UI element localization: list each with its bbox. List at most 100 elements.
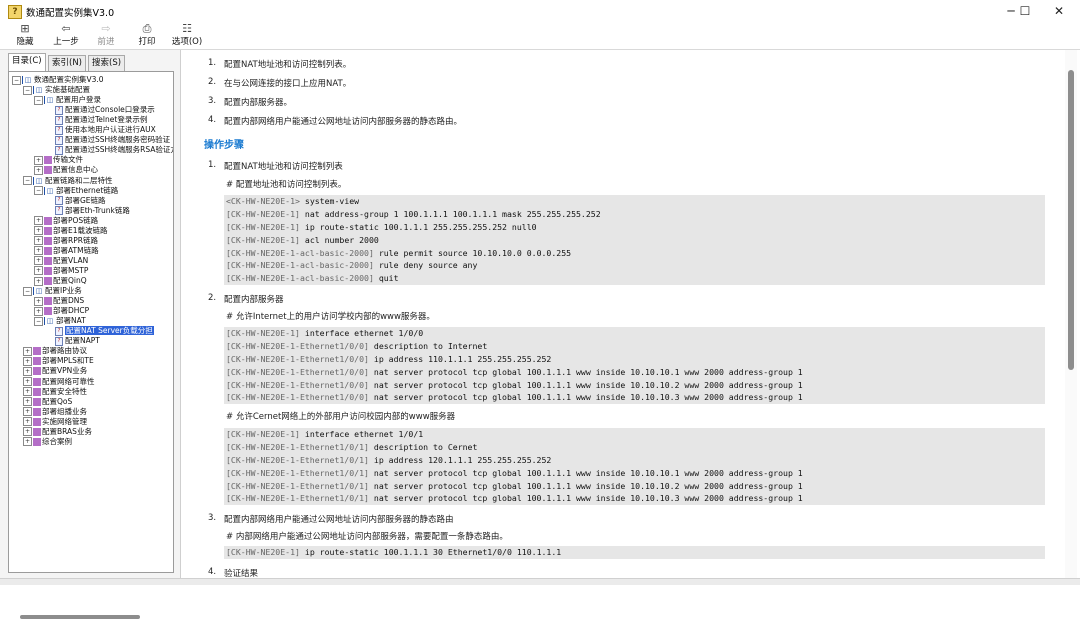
code-line: [CK-HW-NE20E-1] acl number 2000	[224, 234, 1045, 247]
tree-item[interactable]: + 配置安全特性	[23, 387, 87, 397]
back-button[interactable]: ⇦ 上一步	[48, 22, 84, 49]
tree-item[interactable]: + 配置信息中心	[34, 165, 98, 175]
expand-icon[interactable]: +	[34, 216, 43, 226]
expand-icon[interactable]: +	[34, 165, 43, 175]
scrollbar-thumb[interactable]	[1068, 70, 1074, 370]
tree-item[interactable]: + 部署路由协议	[23, 346, 87, 356]
tree-item[interactable]: − ◫ 配置链路和二层特性	[23, 176, 113, 186]
tree-item-label: 配置QinQ	[53, 276, 87, 285]
tree-item-label: 配置VPN业务	[42, 366, 88, 376]
tree-item[interactable]: + 配置QinQ	[34, 276, 87, 286]
expand-icon[interactable]: +	[23, 387, 32, 397]
tree-item[interactable]: − ◫ 配置用户登录	[34, 95, 101, 105]
tree-item[interactable]: + 配置QoS	[23, 397, 72, 407]
tree-item[interactable]: ? 配置通过SSH终端服务密码验证	[45, 135, 170, 145]
toolbar: ⊞ 隐藏 ⇦ 上一步 ⇨ 前进 ⎙ 打印 ☷ 选项(O)	[0, 22, 1080, 50]
collapse-icon[interactable]: −	[23, 176, 32, 185]
tree-item[interactable]: − ◫ 配置IP业务	[23, 286, 82, 296]
list-number: 3.	[208, 96, 217, 106]
scrollbar-thumb[interactable]	[20, 615, 140, 619]
tree-item[interactable]: + 配置VLAN	[34, 256, 88, 266]
expand-icon[interactable]: +	[34, 155, 43, 165]
expand-icon[interactable]: +	[34, 226, 43, 236]
tree-item[interactable]: + 部署POS链路	[34, 216, 98, 226]
tree-item[interactable]: ? 配置NAT Server负载分担	[45, 326, 154, 336]
tree-item[interactable]: + 实施网络管理	[23, 417, 87, 427]
tree-item[interactable]: ? 配置通过SSH终端服务RSA验证方	[45, 145, 173, 155]
tree-item[interactable]: + 部署MPLS和TE	[23, 356, 94, 366]
expand-icon[interactable]: +	[23, 346, 32, 356]
forward-label: 前进	[97, 37, 115, 47]
collapse-icon[interactable]: −	[12, 75, 21, 85]
tab-index[interactable]: 索引(N)	[48, 55, 86, 71]
expand-icon[interactable]: +	[34, 246, 43, 256]
forward-button[interactable]: ⇨ 前进	[90, 22, 122, 49]
title-bar: ? 数通配置实例集V3.0 ─ ☐ ✕	[0, 0, 1080, 22]
tree-item[interactable]: + 配置DNS	[34, 296, 84, 306]
expand-icon[interactable]: +	[23, 366, 32, 376]
tree-item[interactable]: + 部署RPR链路	[34, 236, 98, 246]
tree-item[interactable]: + 部署DHCP	[34, 306, 89, 316]
closed-book-icon	[33, 377, 41, 386]
tree-item[interactable]: + 部署MSTP	[34, 266, 88, 276]
tree-item[interactable]: + 配置BRAS业务	[23, 427, 92, 437]
collapse-icon[interactable]: −	[34, 186, 43, 196]
closed-book-icon	[44, 166, 52, 175]
tree-item[interactable]: ? 部署Eth-Trunk链路	[45, 206, 130, 216]
cli-command: nat server protocol tcp global 100.1.1.1…	[373, 467, 803, 478]
options-button[interactable]: ☷ 选项(O)	[168, 22, 206, 49]
expand-icon[interactable]: +	[34, 266, 43, 276]
tree-item[interactable]: ? 配置NAPT	[45, 336, 100, 346]
expand-icon[interactable]: +	[23, 397, 32, 407]
expand-icon[interactable]: +	[34, 306, 43, 316]
expand-icon[interactable]: +	[23, 437, 32, 447]
expand-icon[interactable]: +	[34, 296, 43, 306]
tree-item[interactable]: + 传输文件	[34, 155, 83, 165]
cli-prompt: [CK-HW-NE20E-1-Ethernet1/0/1]	[226, 493, 369, 504]
tree-horizontal-scrollbar[interactable]	[8, 613, 174, 621]
cli-prompt: [CK-HW-NE20E-1-acl-basic-2000]	[226, 247, 374, 258]
tree-item[interactable]: − ◫ 部署Ethernet链路	[34, 186, 118, 196]
collapse-icon[interactable]: −	[34, 95, 43, 105]
expand-icon[interactable]: +	[23, 377, 32, 386]
tree-item[interactable]: + 配置VPN业务	[23, 366, 87, 376]
tab-search[interactable]: 搜索(S)	[88, 55, 126, 71]
tree-item[interactable]: ? 配置通过Console口登录示	[45, 105, 155, 115]
overview-item: 在与公网连接的接口上应用NAT。	[224, 79, 352, 89]
collapse-icon[interactable]: −	[23, 286, 32, 296]
expand-icon[interactable]: +	[23, 356, 32, 366]
cli-command: acl number 2000	[304, 234, 379, 245]
tree-item[interactable]: ? 配置通过Telnet登录示例	[45, 115, 147, 125]
tree-item[interactable]: + 部署组播业务	[23, 407, 87, 417]
tree-item[interactable]: ? 部署GE链路	[45, 196, 106, 206]
expand-icon[interactable]: +	[23, 427, 32, 437]
content-vertical-scrollbar[interactable]	[1065, 50, 1077, 580]
tree-item[interactable]: + 配置网络可靠性	[23, 377, 95, 387]
tree-item[interactable]: − ◫ 实施基础配置	[23, 85, 90, 95]
tree-item-label: 部署MSTP	[53, 265, 89, 275]
expand-icon[interactable]: +	[34, 236, 43, 246]
collapse-icon[interactable]: −	[34, 316, 43, 326]
tree-item[interactable]: + 部署ATM链路	[34, 246, 99, 256]
tree-item[interactable]: + 部署E1载波链路	[34, 226, 108, 236]
cli-command: nat server protocol tcp global 100.1.1.1…	[373, 480, 803, 491]
tree-item[interactable]: ? 使用本地用户认证进行AUX	[45, 125, 156, 135]
tree-item[interactable]: − ◫ 数通配置实例集V3.0	[12, 75, 104, 85]
expand-icon[interactable]: +	[34, 256, 43, 266]
print-button[interactable]: ⎙ 打印	[132, 22, 162, 49]
tab-contents[interactable]: 目录(C)	[8, 53, 46, 71]
code-line: [CK-HW-NE20E-1-acl-basic-2000] quit	[224, 272, 1045, 285]
overview-item: 配置内部服务器。	[224, 98, 293, 108]
cli-prompt: [CK-HW-NE20E-1-Ethernet1/0/0]	[226, 392, 369, 403]
close-button[interactable]: ✕	[1036, 0, 1080, 22]
expand-icon[interactable]: +	[23, 417, 32, 427]
tree-item[interactable]: − ◫ 部署NAT	[34, 316, 86, 326]
expand-icon[interactable]: +	[23, 407, 32, 417]
back-arrow-icon: ⇦	[61, 22, 71, 35]
code-line: [CK-HW-NE20E-1-Ethernet1/0/0] nat server…	[224, 391, 1045, 404]
tree-item[interactable]: + 综合案例	[23, 437, 72, 447]
hide-button[interactable]: ⊞ 隐藏	[10, 22, 40, 49]
collapse-icon[interactable]: −	[23, 85, 32, 95]
expand-icon[interactable]: +	[34, 276, 43, 286]
cli-command: nat server protocol tcp global 100.1.1.1…	[373, 392, 803, 403]
